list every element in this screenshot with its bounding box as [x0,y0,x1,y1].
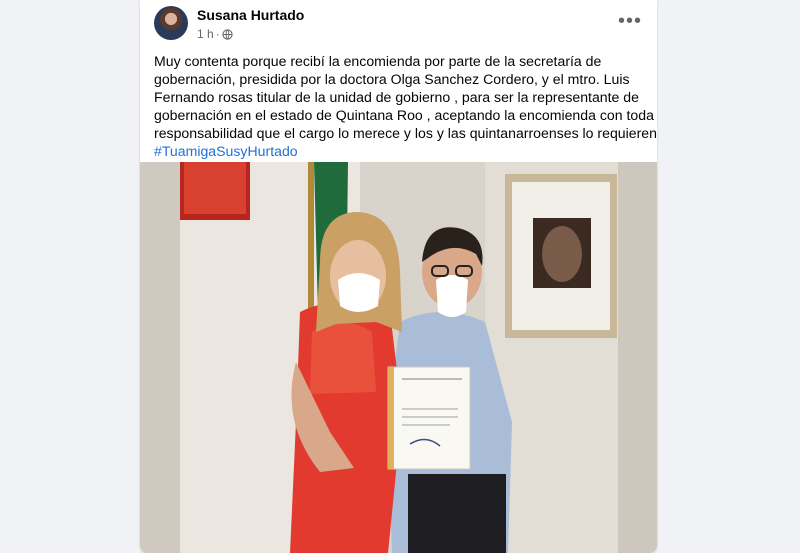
post-text-line: gobernación, presidida por la doctora Ol… [154,71,630,87]
author-avatar[interactable] [154,6,188,40]
globe-icon[interactable] [222,28,233,40]
post-text-line: Fernando rosas titular de la unidad de g… [154,89,639,105]
post-time[interactable]: 1 h [197,27,214,41]
meta-separator: · [215,27,220,41]
author-name[interactable]: Susana Hurtado [197,7,304,23]
facebook-post: Susana Hurtado 1 h · ••• Muy contenta po… [140,0,657,553]
post-text: Muy contenta porque recibí la encomienda… [154,52,657,160]
photo-illustration [140,162,657,553]
post-photo[interactable] [140,162,657,553]
post-meta: 1 h · [197,27,233,41]
post-text-line: gobernación en el estado de Quintana Roo… [154,107,657,123]
more-horizontal-icon: ••• [617,10,642,32]
post-header: Susana Hurtado 1 h · ••• [140,0,657,50]
more-options-button[interactable]: ••• [617,10,643,32]
hashtag-link[interactable]: #TuamigaSusyHurtado [154,142,644,160]
post-text-line: Muy contenta porque recibí la encomienda… [154,53,602,69]
post-text-line: responsabilidad que el cargo lo merece y… [154,125,657,141]
